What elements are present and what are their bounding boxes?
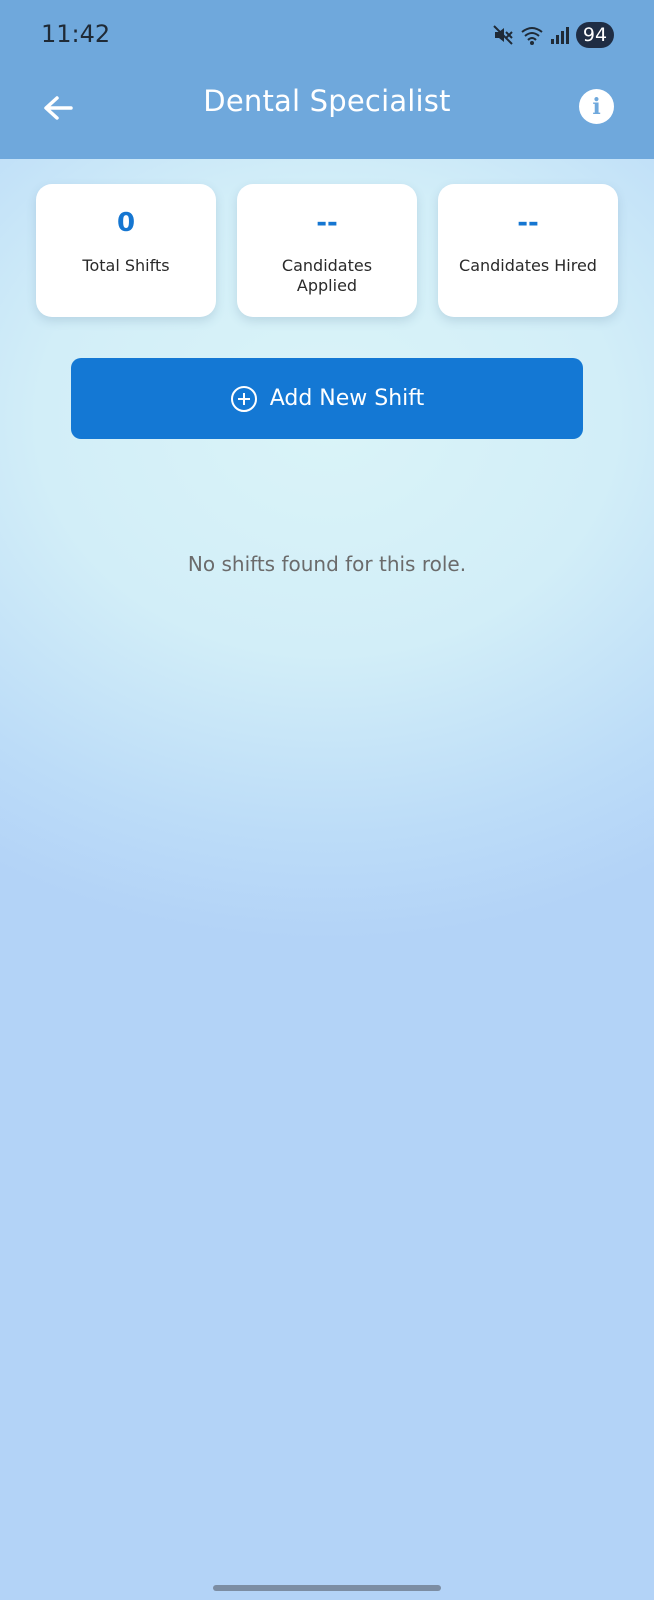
stat-value: -- xyxy=(316,208,338,238)
wifi-icon xyxy=(521,27,543,45)
stat-card-candidates-hired: -- Candidates Hired xyxy=(438,184,618,317)
page-title: Dental Specialist xyxy=(203,84,451,118)
stat-value: 0 xyxy=(116,208,136,238)
add-new-shift-button[interactable]: Add New Shift xyxy=(71,358,583,439)
mute-icon xyxy=(493,25,513,45)
home-indicator[interactable] xyxy=(213,1585,441,1591)
plus-circle-icon xyxy=(230,385,257,412)
empty-state-message: No shifts found for this role. xyxy=(187,552,467,576)
stat-card-candidates-applied: -- Candidates Applied xyxy=(237,184,417,317)
stat-label: Candidates Hired xyxy=(459,256,597,275)
status-icons: 94 xyxy=(492,22,614,48)
stat-label: Candidates Applied xyxy=(281,256,373,295)
add-new-shift-label: Add New Shift xyxy=(269,386,425,411)
app-header: 11:42 94 Dental Specialist i xyxy=(0,0,654,159)
signal-icon xyxy=(551,27,569,44)
status-time: 11:42 xyxy=(41,20,111,48)
stat-value: -- xyxy=(517,208,539,238)
info-icon: i xyxy=(592,93,601,120)
info-button[interactable]: i xyxy=(579,89,614,124)
stat-card-total-shifts: 0 Total Shifts xyxy=(36,184,216,317)
battery-indicator: 94 xyxy=(576,22,614,48)
stat-label: Total Shifts xyxy=(82,256,170,275)
